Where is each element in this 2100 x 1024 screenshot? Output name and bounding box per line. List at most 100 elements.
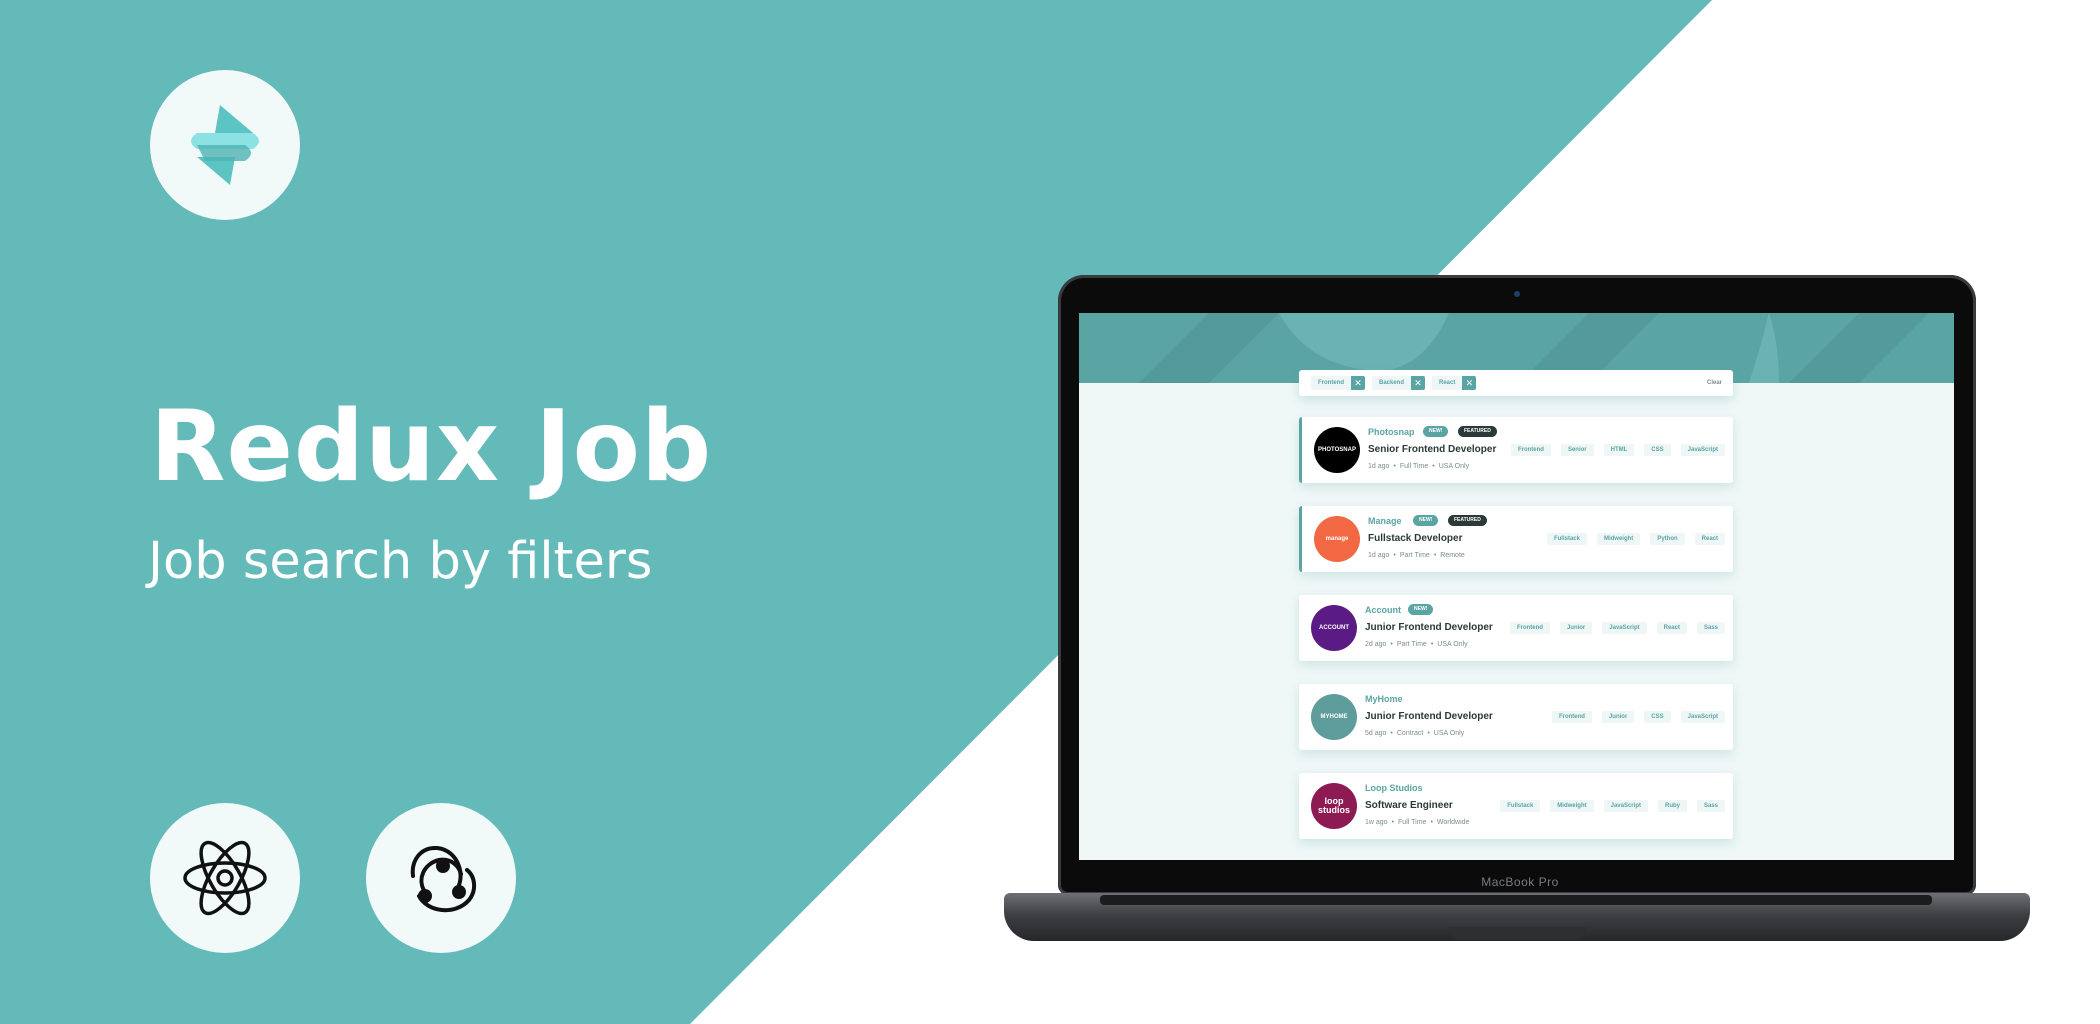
- redux-icon: [410, 845, 476, 913]
- job-tags: Fullstack Midweight Python React: [1546, 533, 1725, 545]
- job-position[interactable]: Software Engineer: [1365, 800, 1453, 811]
- react-atom-icon: [183, 840, 267, 916]
- job-tag[interactable]: JavaScript: [1603, 800, 1648, 812]
- job-tag[interactable]: HTML: [1603, 444, 1635, 456]
- job-tag[interactable]: JavaScript: [1602, 622, 1647, 634]
- job-tag[interactable]: Frontend: [1509, 622, 1550, 634]
- company-logo-text: manage: [1325, 535, 1349, 542]
- job-tag[interactable]: Fullstack: [1500, 800, 1541, 812]
- job-tag[interactable]: Python: [1650, 533, 1685, 545]
- job-meta: 2d ago • Part Time • USA Only: [1365, 641, 1468, 648]
- job-tag[interactable]: Ruby: [1657, 800, 1687, 812]
- job-tag[interactable]: CSS: [1644, 444, 1671, 456]
- job-card[interactable]: ACCOUNT Account NEW! Junior Frontend Dev…: [1299, 595, 1733, 661]
- separator-dot: •: [1393, 552, 1396, 559]
- company-logo-text: loop studios: [1317, 796, 1350, 815]
- job-tag[interactable]: Junior: [1601, 711, 1635, 723]
- job-posted-at: 2d ago: [1365, 641, 1387, 648]
- job-tags: Frontend Junior JavaScript React Sass: [1509, 622, 1725, 634]
- job-location: Remote: [1440, 552, 1465, 559]
- filter-tag-label: Frontend: [1311, 376, 1351, 390]
- company-logo: MYHOME: [1311, 694, 1357, 740]
- job-tag[interactable]: Fullstack: [1546, 533, 1587, 545]
- job-tag[interactable]: JavaScript: [1680, 444, 1725, 456]
- job-tag[interactable]: Frontend: [1510, 444, 1551, 456]
- filter-tag-label: React: [1432, 376, 1463, 390]
- job-position[interactable]: Fullstack Developer: [1368, 533, 1462, 544]
- job-card[interactable]: MYHOME MyHome Junior Frontend Developer …: [1299, 684, 1733, 750]
- job-tag[interactable]: Sass: [1696, 622, 1725, 634]
- job-tag[interactable]: React: [1656, 622, 1687, 634]
- job-meta: 1d ago • Part Time • Remote: [1368, 552, 1465, 559]
- separator-dot: •: [1393, 463, 1396, 470]
- remove-filter-icon[interactable]: ✕: [1411, 376, 1426, 390]
- separator-dot: •: [1391, 819, 1395, 826]
- job-tag[interactable]: Sass: [1696, 800, 1725, 812]
- job-tags: Frontend Senior HTML CSS JavaScript: [1510, 444, 1725, 456]
- job-tags: Fullstack Midweight JavaScript Ruby Sass: [1500, 800, 1725, 812]
- job-tag[interactable]: React: [1694, 533, 1725, 545]
- job-tag[interactable]: Junior: [1559, 622, 1593, 634]
- company-name: Account: [1365, 605, 1401, 615]
- job-contract: Full Time: [1398, 819, 1427, 826]
- job-tag[interactable]: Midweight: [1550, 800, 1594, 812]
- filter-tag: React ✕: [1432, 376, 1477, 390]
- featured-badge: FEATURED: [1448, 515, 1487, 526]
- job-position[interactable]: Senior Frontend Developer: [1368, 444, 1496, 455]
- job-posted-at: 5d ago: [1365, 730, 1387, 737]
- hero-subtitle: Job search by filters: [148, 532, 653, 591]
- filter-tag-label: Backend: [1372, 376, 1412, 390]
- job-card[interactable]: PHOTOSNAP Photosnap NEW! FEATURED Senior…: [1299, 417, 1733, 483]
- job-tag[interactable]: Senior: [1560, 444, 1594, 456]
- company-logo: manage: [1314, 516, 1360, 562]
- laptop-model-label: MacBook Pro: [1481, 875, 1559, 889]
- featured-badge: FEATURED: [1458, 426, 1497, 437]
- new-badge: NEW!: [1408, 604, 1434, 615]
- job-meta: 1w ago • Full Time • Worldwide: [1365, 819, 1469, 826]
- clear-filters-button[interactable]: Clear: [1707, 376, 1722, 390]
- laptop-screen: Frontend ✕ Backend ✕ React ✕ Clear PHOTO…: [1079, 313, 1954, 860]
- company-logo-text: ACCOUNT: [1319, 624, 1349, 631]
- separator-dot: •: [1430, 819, 1433, 826]
- job-contract: Part Time: [1399, 552, 1430, 559]
- separator-dot: •: [1390, 641, 1393, 648]
- camera-icon: [1514, 291, 1520, 297]
- separator-dot: •: [1432, 463, 1435, 470]
- app-logo-icon: [191, 105, 259, 185]
- hero-title: Redux Job: [150, 390, 713, 504]
- company-name: MyHome: [1365, 694, 1403, 704]
- job-card[interactable]: manage Manage NEW! FEATURED Fullstack De…: [1299, 506, 1733, 572]
- job-tags: Frontend Junior CSS JavaScript: [1551, 711, 1725, 723]
- job-location: USA Only: [1437, 641, 1468, 648]
- company-logo: PHOTOSNAP: [1314, 427, 1360, 473]
- job-position[interactable]: Junior Frontend Developer: [1365, 622, 1493, 633]
- app-logo-badge: [150, 70, 300, 220]
- filter-bar: Frontend ✕ Backend ✕ React ✕ Clear: [1299, 370, 1733, 396]
- job-tag[interactable]: Frontend: [1551, 711, 1592, 723]
- new-badge: NEW!: [1413, 515, 1439, 526]
- separator-dot: •: [1430, 641, 1434, 648]
- company-logo: ACCOUNT: [1311, 605, 1357, 651]
- company-logo-text: MYHOME: [1320, 713, 1348, 720]
- company-name: Photosnap: [1368, 427, 1415, 437]
- company-name: Loop Studios: [1365, 783, 1423, 793]
- job-posted-at: 1d ago: [1368, 463, 1390, 470]
- job-posted-at: 1d ago: [1368, 552, 1390, 559]
- laptop-keyboard-deck: [1100, 895, 1932, 905]
- remove-filter-icon[interactable]: ✕: [1351, 376, 1365, 390]
- job-tag[interactable]: CSS: [1644, 711, 1671, 723]
- job-meta: 5d ago • Contract • USA Only: [1365, 730, 1464, 737]
- new-badge: NEW!: [1423, 426, 1449, 437]
- company-name: Manage: [1368, 516, 1402, 526]
- redux-badge: [366, 803, 516, 953]
- job-tag[interactable]: JavaScript: [1680, 711, 1725, 723]
- job-contract: Part Time: [1396, 641, 1427, 648]
- job-card[interactable]: loop studios Loop Studios Software Engin…: [1299, 773, 1733, 839]
- job-position[interactable]: Junior Frontend Developer: [1365, 711, 1493, 722]
- separator-dot: •: [1427, 730, 1430, 737]
- company-logo-text: PHOTOSNAP: [1318, 446, 1356, 453]
- job-location: USA Only: [1433, 730, 1465, 737]
- job-tag[interactable]: Midweight: [1596, 533, 1641, 545]
- job-posted-at: 1w ago: [1365, 819, 1388, 826]
- remove-filter-icon[interactable]: ✕: [1462, 376, 1477, 390]
